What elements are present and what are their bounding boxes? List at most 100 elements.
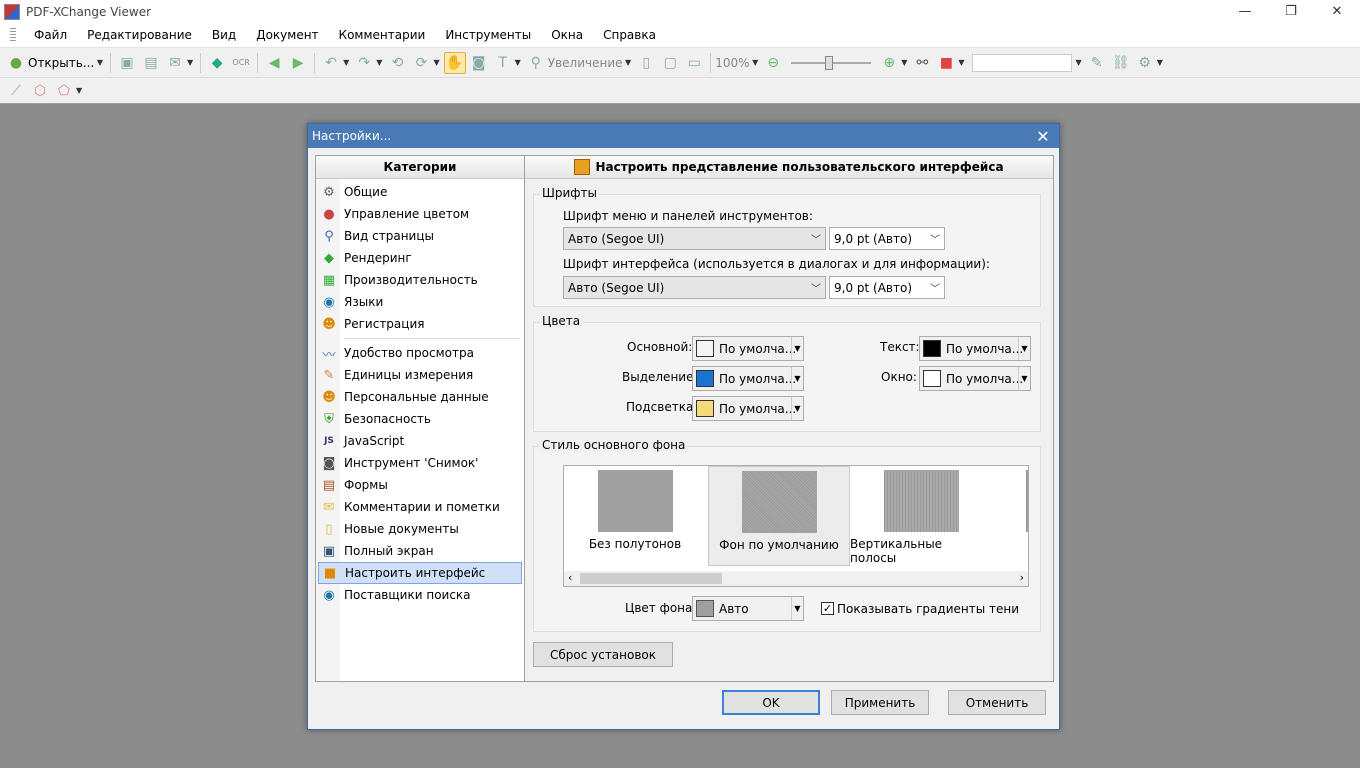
menu-font-size-select[interactable]: 9,0 pt (Авто) ﹀ [829, 227, 945, 250]
bg-style-default[interactable]: Фон по умолчанию [708, 466, 850, 566]
apply-button[interactable]: Применить [831, 690, 929, 715]
select-text-icon[interactable]: T [492, 52, 514, 74]
menu-comments[interactable]: Комментарии [329, 28, 436, 42]
category-page-view[interactable]: ⚲ Вид страницы [316, 225, 524, 247]
fit-page-icon[interactable]: ▢ [659, 52, 681, 74]
bg-style-scrollbar[interactable]: ‹ › [564, 571, 1028, 586]
undo-icon[interactable]: ↶ [320, 52, 342, 74]
area-icon[interactable]: ⬠ [53, 80, 75, 102]
category-units[interactable]: ✎ Единицы измерения [316, 364, 524, 386]
category-color-management[interactable]: ● Управление цветом [316, 203, 524, 225]
menu-view[interactable]: Вид [202, 28, 246, 42]
menu-edit[interactable]: Редактирование [77, 28, 202, 42]
highlight-color-button[interactable]: По умолча... ▼ [692, 396, 804, 421]
hand-tool-icon[interactable]: ✋ [443, 51, 466, 74]
menu-file[interactable]: Файл [24, 28, 77, 42]
fit-width-icon[interactable]: ▭ [683, 52, 705, 74]
customize-ui-header-icon [574, 159, 591, 175]
dialog-close-icon[interactable]: ✕ [1033, 126, 1053, 146]
dropdown-arrow-icon[interactable]: ▼ [791, 397, 803, 420]
back-icon[interactable]: ◀ [263, 52, 285, 74]
measure-icon[interactable]: ⟋ [5, 80, 27, 102]
forward-icon[interactable]: ▶ [287, 52, 309, 74]
dropdown-arrow-icon[interactable]: ▼ [791, 597, 803, 620]
text-color-button[interactable]: По умолча... ▼ [919, 336, 1031, 361]
sign-icon[interactable]: ✎ [1086, 52, 1108, 74]
google-search-icon[interactable]: ■ [935, 52, 957, 74]
ui-font-select[interactable]: Авто (Segoe UI) ﹀ [563, 276, 826, 299]
category-general[interactable]: ⚙ Общие [316, 181, 524, 203]
app-icon [4, 3, 20, 20]
close-window-button[interactable]: ✕ [1314, 0, 1360, 23]
category-languages[interactable]: ◉ Языки [316, 291, 524, 313]
zoom-value[interactable]: 100% [715, 56, 749, 70]
background-style-list[interactable]: Без полутонов Фон по умолчанию Вертикаль… [563, 465, 1029, 587]
scrollbar-thumb[interactable] [580, 573, 722, 584]
perimeter-icon[interactable]: ⬡ [29, 80, 51, 102]
main-color-button[interactable]: По умолча... ▼ [692, 336, 804, 361]
dropdown-arrow-icon[interactable]: ▼ [791, 367, 803, 390]
category-forms[interactable]: ▤ Формы [316, 474, 524, 496]
zoom-out-icon[interactable]: ⊖ [762, 52, 784, 74]
menu-tools[interactable]: Инструменты [435, 28, 541, 42]
ui-font-size-select[interactable]: 9,0 pt (Авто) ﹀ [829, 276, 945, 299]
menu-help[interactable]: Справка [593, 28, 666, 42]
category-accessibility[interactable]: 〰 Удобство просмотра [316, 342, 524, 364]
category-fullscreen[interactable]: ▣ Полный экран [316, 540, 524, 562]
bg-color-label: Цвет фона: [625, 601, 697, 615]
menu-font-select[interactable]: Авто (Segoe UI) ﹀ [563, 227, 826, 250]
rotate-right-icon[interactable]: ⟳ [410, 52, 432, 74]
restore-button[interactable]: ❐ [1268, 0, 1314, 23]
dropdown-arrow-icon[interactable]: ▼ [1018, 367, 1030, 390]
actual-size-icon[interactable]: ▯ [635, 52, 657, 74]
open-button[interactable]: Открыть... [28, 56, 94, 70]
email-icon[interactable]: ✉ [164, 52, 186, 74]
category-search-providers[interactable]: ◉ Поставщики поиска [316, 584, 524, 606]
cancel-button[interactable]: Отменить [948, 690, 1046, 715]
scan-icon[interactable]: ◆ [206, 52, 228, 74]
binoculars-icon[interactable]: ⚯ [911, 52, 933, 74]
snapshot-icon[interactable]: ◙ [468, 52, 490, 74]
redo-icon[interactable]: ↷ [353, 52, 375, 74]
rotate-left-icon[interactable]: ⟲ [386, 52, 408, 74]
zoom-in-icon[interactable]: ⊕ [878, 52, 900, 74]
category-javascript[interactable]: JS JavaScript [316, 430, 524, 452]
category-security[interactable]: ⛨ Безопасность [316, 408, 524, 430]
menu-windows[interactable]: Окна [541, 28, 593, 42]
minimize-button[interactable]: — [1222, 0, 1268, 23]
ocr-button[interactable]: OCR [230, 52, 252, 74]
ok-button[interactable]: OK [722, 690, 820, 715]
dropdown-arrow-icon[interactable]: ▼ [791, 337, 803, 360]
window-color-button[interactable]: По умолча... ▼ [919, 366, 1031, 391]
category-registration[interactable]: ☻ Регистрация [316, 313, 524, 335]
scroll-left-icon[interactable]: ‹ [568, 571, 572, 584]
zoom-slider-knob[interactable] [825, 55, 834, 70]
bg-color-button[interactable]: Авто ▼ [692, 596, 804, 621]
dropdown-arrow-icon[interactable]: ▼ [1018, 337, 1030, 360]
zoom-slider[interactable] [791, 55, 872, 70]
category-comments[interactable]: ✉ Комментарии и пометки [316, 496, 524, 518]
bg-style-no-halftones[interactable]: Без полутонов [564, 466, 706, 566]
link-icon[interactable]: ⛓ [1110, 52, 1132, 74]
category-customize-ui[interactable]: ■ Настроить интерфейс [318, 562, 522, 584]
open-dropdown-icon[interactable]: ▼ [94, 58, 103, 67]
print-icon[interactable]: ▤ [140, 52, 162, 74]
category-identity[interactable]: ☻ Персональные данные [316, 386, 524, 408]
zoom-tool-button[interactable]: Увеличение [548, 56, 623, 70]
category-new-documents[interactable]: ▯ Новые документы [316, 518, 524, 540]
shadow-gradient-checkbox[interactable]: ✓ [821, 602, 834, 615]
selection-color-button[interactable]: По умолча... ▼ [692, 366, 804, 391]
highlight-color-label: Подсветка: [626, 400, 698, 414]
category-rendering[interactable]: ◆ Рендеринг [316, 247, 524, 269]
bg-style-vertical-stripes[interactable]: Вертикальные полосы [850, 466, 992, 566]
search-input[interactable] [971, 53, 1072, 72]
zoom-tool-icon[interactable]: ⚲ [525, 52, 547, 74]
save-icon[interactable]: ▣ [116, 52, 138, 74]
category-performance[interactable]: ▦ Производительность [316, 269, 524, 291]
reset-settings-button[interactable]: Сброс установок [533, 642, 673, 667]
category-snapshot[interactable]: ◙ Инструмент 'Снимок' [316, 452, 524, 474]
scroll-right-icon[interactable]: › [1020, 571, 1024, 584]
settings-tool-icon[interactable]: ⚙ [1134, 52, 1156, 74]
open-icon[interactable]: ● [5, 52, 27, 74]
menu-document[interactable]: Документ [246, 28, 328, 42]
